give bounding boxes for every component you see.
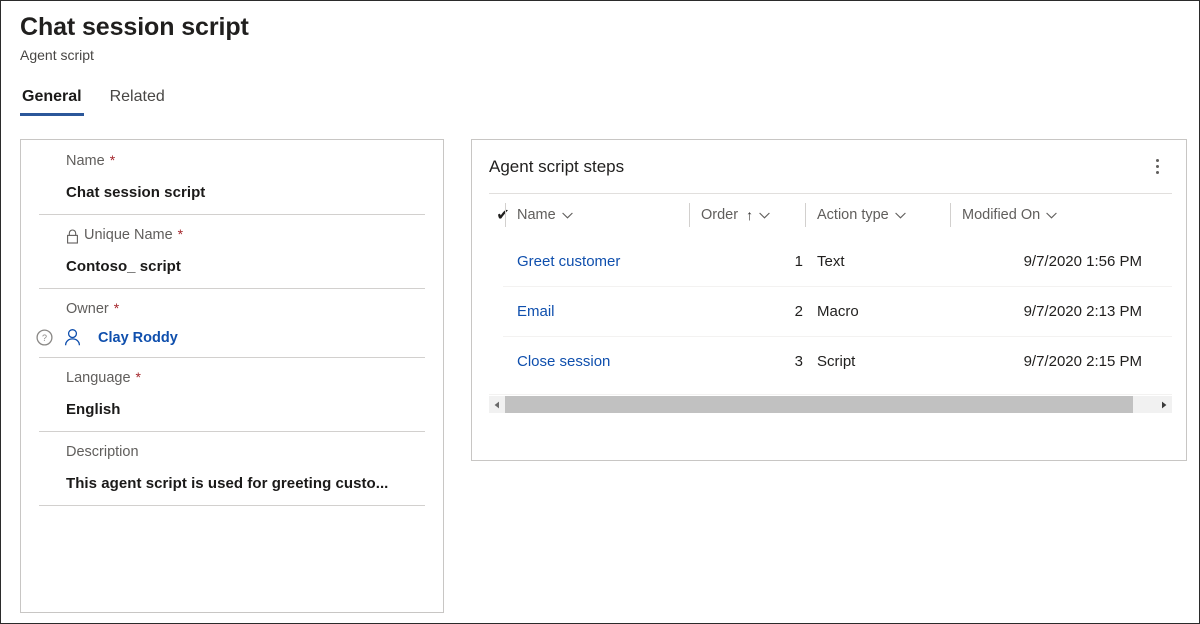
required-asterisk: * — [178, 227, 183, 241]
general-form-card: Name * Chat session script Unique Name * C… — [20, 139, 444, 613]
row-name-link[interactable]: Greet customer — [517, 236, 701, 286]
scrollbar-thumb[interactable] — [505, 396, 1133, 413]
column-header-order[interactable]: Order ↑ — [701, 202, 817, 228]
column-header-name-label: Name — [517, 207, 556, 223]
person-icon — [63, 328, 82, 347]
field-language-value[interactable]: English — [66, 399, 425, 421]
table-row[interactable]: Greet customer 1 Text 9/7/2020 1:56 PM — [489, 236, 1172, 286]
required-asterisk: * — [114, 301, 119, 315]
table-row[interactable]: Email 2 Macro 9/7/2020 2:13 PM — [489, 286, 1172, 336]
field-owner: Owner * ? Clay Roddy — [21, 288, 443, 357]
field-description: Description This agent script is used fo… — [21, 431, 443, 505]
sort-ascending-icon: ↑ — [746, 208, 753, 222]
chevron-down-icon — [759, 212, 770, 219]
presence-unknown-icon: ? — [36, 329, 53, 346]
horizontal-scrollbar[interactable] — [489, 396, 1172, 413]
field-unique-name-label-text: Unique Name — [84, 224, 173, 246]
row-order-value: 2 — [701, 286, 817, 336]
scroll-left-arrow-icon[interactable] — [489, 396, 505, 413]
column-header-name[interactable]: Name — [517, 202, 701, 228]
chevron-down-icon — [1046, 212, 1057, 219]
required-asterisk: * — [136, 370, 141, 384]
grid-card-header: Agent script steps — [472, 140, 1186, 193]
field-owner-label-text: Owner — [66, 298, 109, 320]
column-header-action-type[interactable]: Action type — [817, 202, 962, 228]
field-name-label: Name * — [66, 150, 425, 172]
row-action-type-value: Text — [817, 236, 962, 286]
page-subtitle: Agent script — [20, 45, 720, 65]
column-header-modified-on[interactable]: Modified On — [962, 202, 1142, 228]
tab-general[interactable]: General — [20, 86, 84, 116]
owner-value-row: ? Clay Roddy — [36, 328, 425, 347]
field-language-label-text: Language — [66, 367, 131, 389]
field-language-label: Language * — [66, 367, 425, 389]
field-description-label: Description — [66, 441, 425, 463]
table-row[interactable]: Close session 3 Script 9/7/2020 2:15 PM — [489, 336, 1172, 386]
select-all-checkbox[interactable]: ✔ — [489, 205, 517, 225]
grid-column-headers: ✔ Name Order ↑ Action type — [472, 194, 1186, 236]
row-name-link[interactable]: Close session — [517, 336, 701, 386]
row-order-value: 3 — [701, 336, 817, 386]
chevron-down-icon — [562, 212, 573, 219]
agent-script-steps-card: Agent script steps ✔ Name Order ↑ — [471, 139, 1187, 461]
svg-text:?: ? — [42, 333, 47, 343]
app-window: Chat session script Agent script General… — [0, 0, 1200, 624]
tab-related[interactable]: Related — [108, 86, 167, 116]
lock-icon — [66, 229, 79, 244]
field-unique-name-value[interactable]: Contoso_ script — [66, 256, 425, 278]
row-action-type-value: Script — [817, 336, 962, 386]
column-header-modified-on-label: Modified On — [962, 207, 1040, 223]
field-language: Language * English — [21, 357, 443, 431]
row-modified-on-value: 9/7/2020 2:13 PM — [962, 286, 1142, 336]
tab-bar: General Related — [20, 86, 167, 116]
owner-link[interactable]: Clay Roddy — [98, 330, 178, 346]
column-header-order-label: Order — [701, 207, 738, 223]
row-modified-on-value: 9/7/2020 2:15 PM — [962, 336, 1142, 386]
grid-body: Greet customer 1 Text 9/7/2020 1:56 PM E… — [472, 236, 1186, 386]
grid-card-title: Agent script steps — [489, 155, 624, 179]
field-unique-name-label: Unique Name * — [66, 224, 425, 246]
field-name-value[interactable]: Chat session script — [66, 182, 425, 204]
field-description-value[interactable]: This agent script is used for greeting c… — [66, 473, 425, 495]
required-asterisk: * — [110, 153, 115, 167]
row-name-link[interactable]: Email — [517, 286, 701, 336]
row-modified-on-value: 9/7/2020 1:56 PM — [962, 236, 1142, 286]
scroll-right-arrow-icon[interactable] — [1156, 396, 1172, 413]
row-order-value: 1 — [701, 236, 817, 286]
kebab-menu-icon[interactable] — [1142, 152, 1172, 182]
scrollbar-track[interactable] — [505, 396, 1156, 413]
chevron-down-icon — [895, 212, 906, 219]
field-owner-label: Owner * — [66, 298, 425, 320]
field-name: Name * Chat session script — [21, 140, 443, 214]
page-header: Chat session script Agent script — [20, 11, 720, 65]
page-title: Chat session script — [20, 11, 720, 43]
column-header-action-type-label: Action type — [817, 207, 889, 223]
field-name-label-text: Name — [66, 150, 105, 172]
row-action-type-value: Macro — [817, 286, 962, 336]
field-description-label-text: Description — [66, 441, 139, 463]
field-unique-name: Unique Name * Contoso_ script — [21, 214, 443, 288]
